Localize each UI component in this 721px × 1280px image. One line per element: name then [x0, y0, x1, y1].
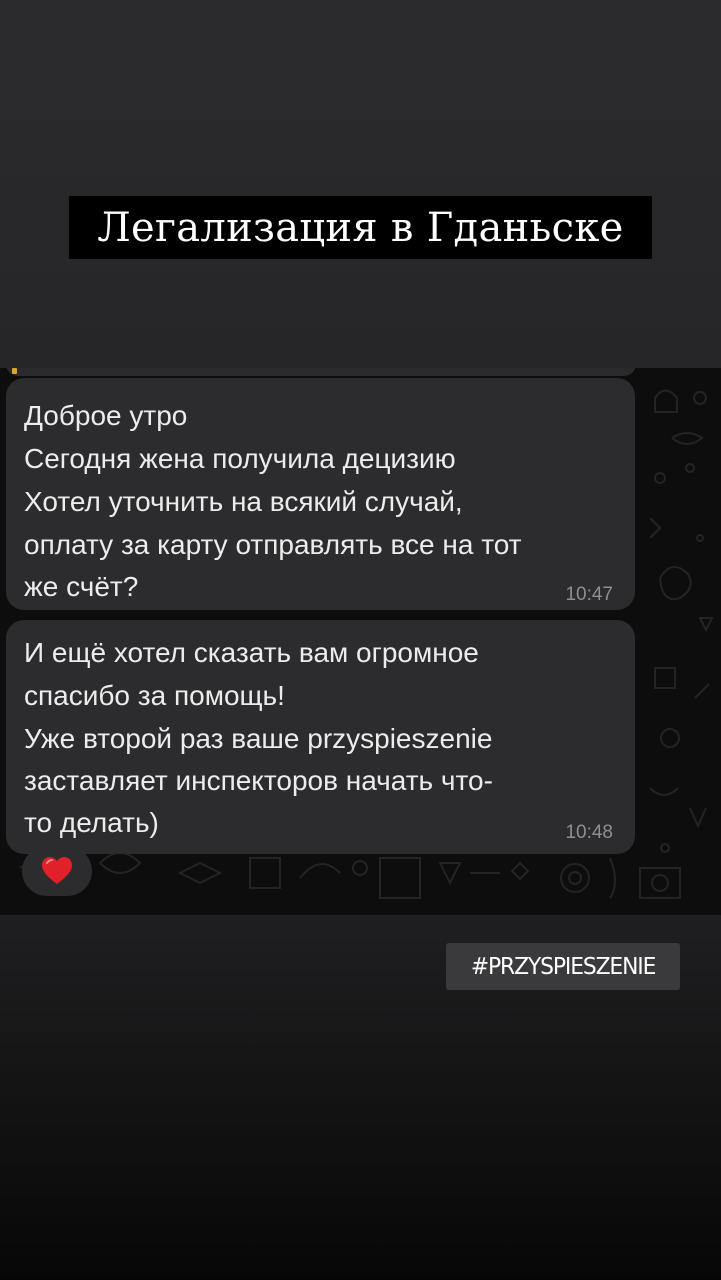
message-text-line: спасибо за помощь!: [24, 680, 285, 711]
message-text-line: Доброе утро: [24, 400, 188, 431]
message-reaction[interactable]: [22, 846, 92, 896]
previous-message-bubble: [6, 368, 636, 376]
story-top-area: [0, 0, 721, 372]
hashtag-sticker[interactable]: #PRZYSPIESZENIE: [446, 943, 680, 990]
hashtag-text: #PRZYSPIESZENIE: [470, 953, 657, 980]
message-bubble: И ещё хотел сказать вам огромное спасибо…: [6, 620, 635, 854]
message-text-line: оплату за карту отправлять все на тот: [24, 529, 522, 560]
message-timestamp: 10:47: [565, 584, 613, 605]
message-bubble: Доброе утро Сегодня жена получила децизи…: [6, 378, 635, 610]
chat-screenshot: Доброе утро Сегодня жена получила децизи…: [0, 368, 721, 915]
message-text-line: Сегодня жена получила децизию: [24, 443, 456, 474]
message-text-line: заставляет инспекторов начать что-: [24, 765, 493, 796]
message-text-line: то делать): [24, 807, 159, 838]
message-text-line: же счёт?: [24, 571, 139, 602]
message-marker: [12, 368, 17, 374]
story-title: Легализация в Гданьске: [97, 204, 624, 251]
message-text-line: Хотел уточнить на всякий случай,: [24, 486, 463, 517]
message-text-line: Уже второй раз ваше przyspieszenie: [24, 723, 493, 754]
story-title-box: Легализация в Гданьске: [69, 196, 652, 259]
heart-icon: [42, 857, 72, 884]
message-text-line: И ещё хотел сказать вам огромное: [24, 637, 479, 668]
message-timestamp: 10:48: [565, 822, 613, 843]
